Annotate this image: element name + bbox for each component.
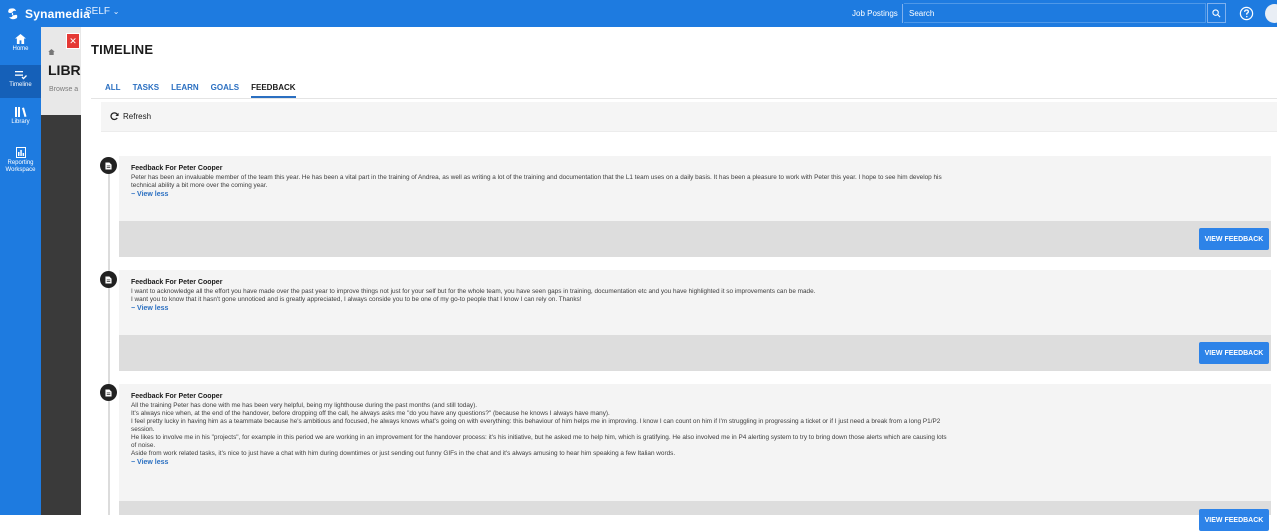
view-feedback-button[interactable]: VIEW FEEDBACK xyxy=(1199,228,1269,250)
home-breadcrumb-icon xyxy=(48,42,55,60)
view-feedback-button[interactable]: VIEW FEEDBACK xyxy=(1199,342,1269,364)
tab-all[interactable]: ALL xyxy=(105,83,121,98)
tab-goals[interactable]: GOALS xyxy=(211,83,239,98)
search-button[interactable] xyxy=(1207,3,1226,23)
sidebar: Home Timeline Library Reporting Workspac… xyxy=(0,27,41,515)
timeline-modal: TIMELINE ALL TASKS LEARN GOALS FEEDBACK … xyxy=(81,27,1277,531)
search-icon xyxy=(1212,8,1221,17)
feedback-document-icon xyxy=(100,271,117,288)
close-button[interactable]: ✕ xyxy=(66,33,80,49)
sidebar-item-label: Timeline xyxy=(9,82,32,88)
sidebar-item-library[interactable]: Library xyxy=(0,107,41,135)
synamedia-logo-icon xyxy=(8,7,18,19)
background-page-subtitle: Browse a xyxy=(49,86,79,93)
feedback-title: Feedback For Peter Cooper xyxy=(131,165,223,172)
modal-title: TIMELINE xyxy=(91,42,154,57)
feedback-text: All the training Peter has done with me … xyxy=(131,402,947,457)
sidebar-item-reporting[interactable]: Reporting Workspace xyxy=(0,147,41,183)
close-icon: ✕ xyxy=(69,35,77,46)
refresh-label: Refresh xyxy=(123,112,152,121)
feedback-document-icon xyxy=(100,157,117,174)
tab-tasks[interactable]: TASKS xyxy=(133,83,160,98)
help-button[interactable] xyxy=(1237,3,1255,23)
sidebar-item-label: Library xyxy=(11,119,30,125)
feedback-text: I want to acknowledge all the effort you… xyxy=(131,288,816,303)
refresh-button[interactable]: Refresh xyxy=(110,112,151,121)
reporting-icon xyxy=(15,147,26,158)
home-icon xyxy=(15,34,26,44)
search-input[interactable] xyxy=(904,3,1206,23)
feedback-document-icon xyxy=(100,384,117,401)
timeline-line xyxy=(108,157,110,515)
help-icon xyxy=(1239,6,1253,20)
sidebar-item-home[interactable]: Home xyxy=(0,34,41,64)
feedback-card-footer: VIEW FEEDBACK xyxy=(119,221,1271,257)
feedback-card: Feedback For Peter Cooper All the traini… xyxy=(119,384,1271,531)
timeline-icon xyxy=(14,71,27,80)
tab-feedback[interactable]: FEEDBACK xyxy=(251,83,296,98)
feedback-text: Peter has been an invaluable member of t… xyxy=(131,174,942,189)
feedback-card: Feedback For Peter Cooper I want to ackn… xyxy=(119,270,1271,371)
job-postings-label: Job Postings xyxy=(852,9,898,18)
sidebar-item-timeline[interactable]: Timeline xyxy=(0,65,41,98)
refresh-toolbar: Refresh xyxy=(101,102,1277,132)
brand-logo[interactable]: Synamedia xyxy=(6,3,90,24)
top-bar: Synamedia SELF ⌄ Job Postings ▾ xyxy=(0,0,1277,37)
feedback-card-footer: VIEW FEEDBACK xyxy=(119,335,1271,371)
tab-bar: ALL TASKS LEARN GOALS FEEDBACK xyxy=(105,83,296,98)
tab-learn[interactable]: LEARN xyxy=(171,83,199,98)
view-less-link[interactable]: − View less xyxy=(131,459,1259,466)
sidebar-item-label: Home xyxy=(12,46,29,52)
feedback-title: Feedback For Peter Cooper xyxy=(131,393,223,400)
view-feedback-button[interactable]: VIEW FEEDBACK xyxy=(1199,509,1269,531)
job-postings-dropdown[interactable]: Job Postings ▾ xyxy=(847,4,903,37)
feedback-card: Feedback For Peter Cooper Peter has been… xyxy=(119,156,1271,257)
feedback-card-footer: VIEW FEEDBACK xyxy=(119,501,1271,531)
chevron-down-icon: ⌄ xyxy=(112,7,120,16)
view-less-link[interactable]: − View less xyxy=(131,191,1259,198)
view-less-link[interactable]: − View less xyxy=(131,305,1259,312)
brand-name: Synamedia xyxy=(25,6,91,21)
org-name: SELF xyxy=(85,6,111,17)
feedback-title: Feedback For Peter Cooper xyxy=(131,279,223,286)
library-icon xyxy=(14,107,26,117)
org-switcher[interactable]: SELF ⌄ xyxy=(85,6,120,17)
sidebar-item-label: Reporting Workspace xyxy=(5,160,36,173)
tabs-divider xyxy=(91,98,1277,99)
refresh-icon xyxy=(110,112,119,121)
user-avatar[interactable] xyxy=(1265,4,1277,23)
